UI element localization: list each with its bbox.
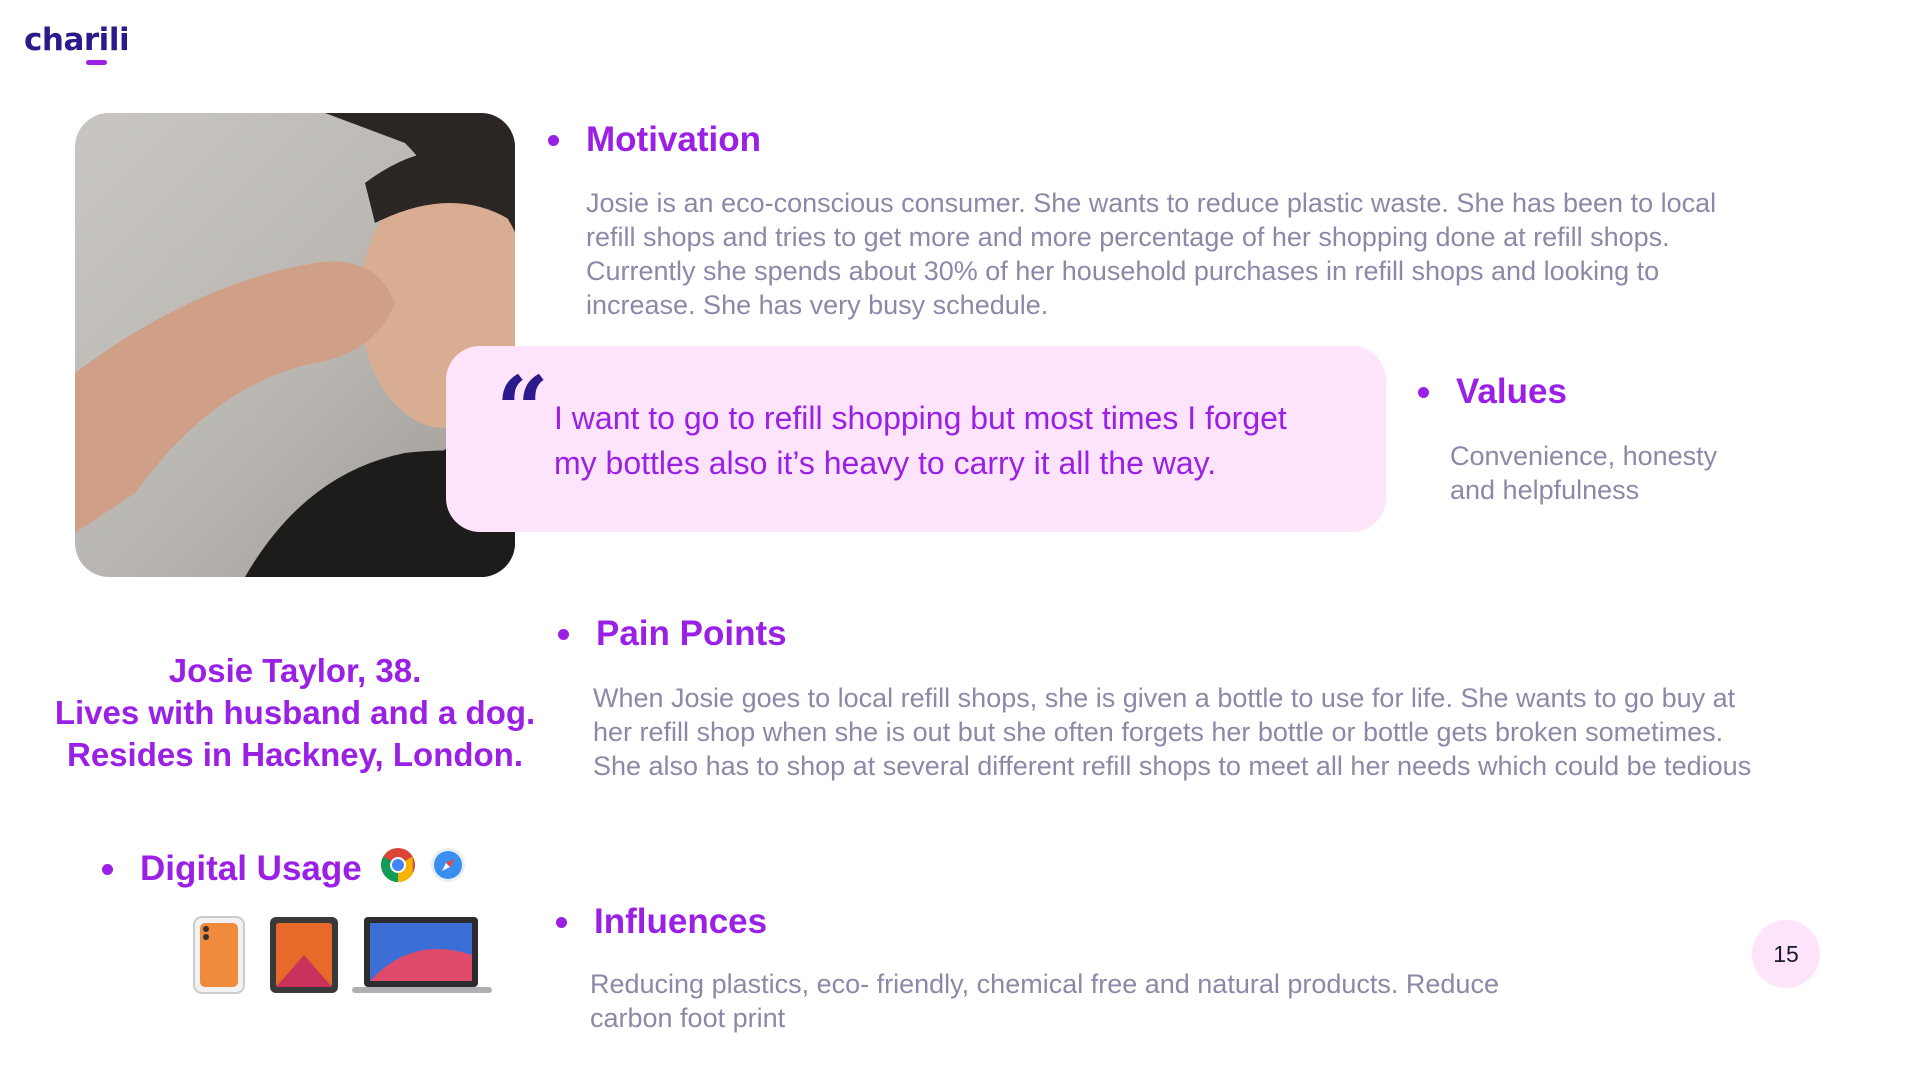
- bullet-dot: [1418, 386, 1429, 398]
- charili-logo: charili: [24, 22, 130, 65]
- bullet-dot: [548, 134, 559, 146]
- influences-text: Reducing plastics, eco- friendly, chemic…: [590, 969, 1499, 1033]
- influences-title: Influences: [594, 902, 768, 941]
- macbook-icon: [352, 917, 492, 993]
- motivation-heading: Motivation: [548, 120, 761, 160]
- motivation-text: Josie is an eco-conscious consumer. She …: [586, 188, 1717, 320]
- logo-text-part: ri: [83, 22, 109, 65]
- values-text: Convenience, honesty and helpfulness: [1450, 441, 1718, 505]
- persona-household: Lives with husband and a dog.: [54, 694, 536, 731]
- browser-icons: [380, 847, 466, 883]
- persona-summary: Josie Taylor, 38. Lives with husband and…: [20, 650, 570, 776]
- persona-name-age: Josie Taylor, 38.: [168, 652, 422, 689]
- device-icons: [192, 915, 492, 1002]
- quote-mark-icon: “: [496, 356, 549, 464]
- bullet-dot: [102, 863, 113, 875]
- chrome-icon: [381, 848, 415, 882]
- iphone-icon: [193, 916, 245, 994]
- ipad-icon: [270, 917, 338, 993]
- digital-usage-heading: Digital Usage: [102, 849, 362, 889]
- persona-location: Resides in Hackney, London.: [67, 736, 523, 773]
- pain-points-title: Pain Points: [596, 614, 787, 653]
- logo-text-part: cha: [24, 22, 84, 58]
- safari-icon: [431, 848, 465, 882]
- values-title: Values: [1456, 372, 1567, 411]
- digital-usage-title: Digital Usage: [140, 849, 362, 888]
- values-heading: Values: [1418, 372, 1567, 412]
- bullet-dot: [556, 916, 567, 928]
- bullet-dot: [558, 628, 569, 640]
- pain-points-text: When Josie goes to local refill shops, s…: [593, 683, 1752, 781]
- quote-box: “ I want to go to refill shopping but mo…: [446, 346, 1386, 532]
- logo-text-part: li: [108, 22, 130, 58]
- pain-points-heading: Pain Points: [558, 614, 787, 654]
- page-number: 15: [1752, 920, 1820, 988]
- quote-text: I want to go to refill shopping but most…: [554, 400, 1287, 481]
- motivation-title: Motivation: [586, 120, 761, 159]
- influences-heading: Influences: [556, 902, 767, 942]
